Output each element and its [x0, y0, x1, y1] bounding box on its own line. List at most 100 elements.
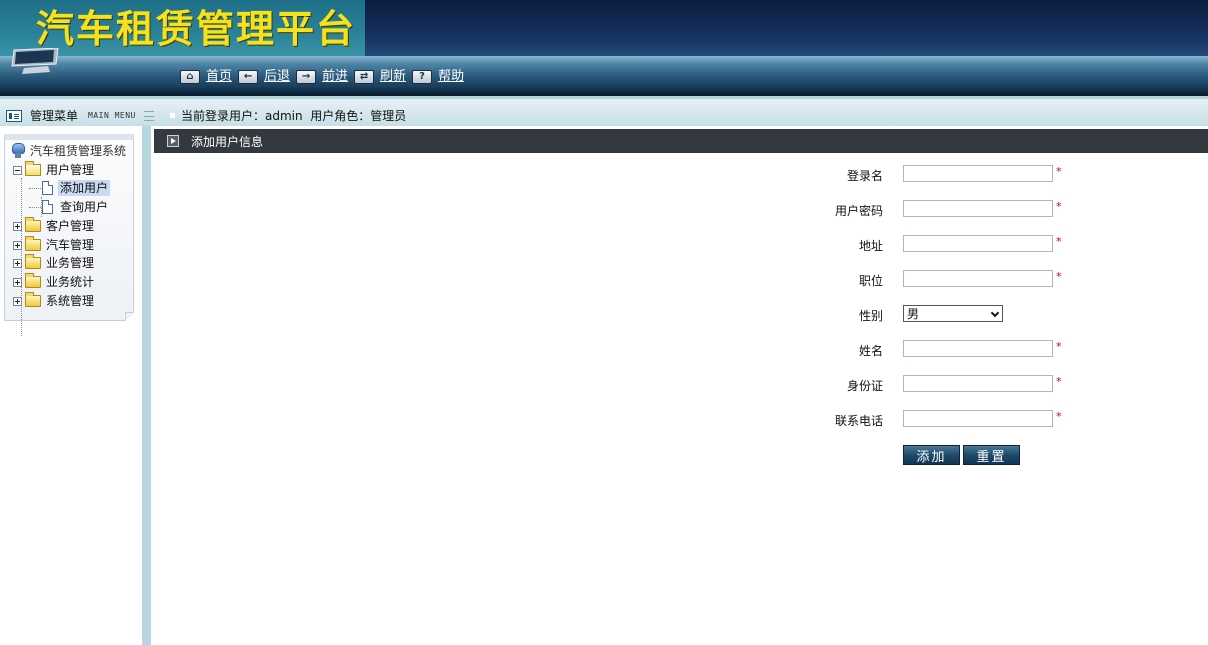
add-button[interactable]: 添加: [903, 445, 960, 465]
expand-icon[interactable]: [13, 277, 22, 287]
folder-icon: [25, 254, 41, 269]
gender-select[interactable]: 男: [903, 305, 1003, 322]
address-input[interactable]: [903, 235, 1053, 252]
menu-toggle-icon[interactable]: [143, 110, 154, 121]
chevron-down-icon: [990, 308, 1000, 318]
tree-connector: [29, 206, 41, 208]
toolbar-help[interactable]: ? 帮助: [412, 68, 464, 86]
name-input[interactable]: [903, 340, 1053, 357]
tree-item-label: 添加用户: [58, 180, 111, 196]
expand-icon[interactable]: [13, 296, 22, 306]
required-mark: *: [1056, 200, 1062, 213]
forward-arrow-icon: →: [296, 70, 317, 84]
phone-input[interactable]: [903, 410, 1053, 427]
required-mark: *: [1056, 410, 1062, 423]
menu-title-en: MAIN MENU: [88, 111, 136, 120]
menu-panel-icon: [6, 109, 22, 122]
collapse-icon[interactable]: [13, 165, 22, 175]
folder-open-icon: [25, 161, 41, 176]
refresh-icon: ⇄: [354, 70, 375, 84]
tree-group-customers[interactable]: 客户管理: [13, 217, 96, 235]
tree-item-query-user[interactable]: 查询用户: [29, 198, 110, 216]
home-icon: ⌂: [180, 70, 200, 84]
required-mark: *: [1056, 340, 1062, 353]
bullet-icon: [170, 113, 175, 118]
toolbar-home[interactable]: ⌂ 首页: [180, 68, 232, 86]
login-info-text: 当前登录用户：admin 用户角色：管理员: [181, 109, 407, 123]
page-icon: [42, 181, 53, 195]
required-mark: *: [1056, 165, 1062, 178]
toolbar-refresh[interactable]: ⇄ 刷新: [354, 68, 406, 86]
required-mark: *: [1056, 270, 1062, 283]
toolbar-home-label: 首页: [206, 69, 233, 84]
required-mark: *: [1056, 235, 1062, 248]
tree-group-label: 汽车管理: [46, 238, 95, 252]
header-toolbar: ⌂ 首页 ← 后退 → 前进 ⇄ 刷新 ? 帮助: [180, 67, 470, 87]
main-content: 添加用户信息 登录名 * 用户密码 * 地址 * 职位 * 性别 男 姓名 * …: [154, 126, 1208, 645]
folder-icon: [25, 236, 41, 251]
folder-icon: [25, 217, 41, 232]
gender-label: 性别: [858, 309, 883, 323]
gender-selected-value: 男: [907, 307, 920, 321]
tree-group-statistics[interactable]: 业务统计: [13, 273, 96, 291]
tree-group-label: 业务管理: [46, 256, 95, 270]
form-row-login-name: 登录名 *: [154, 165, 1208, 185]
menu-title: 管理菜单: [30, 109, 79, 123]
form-row-id-card: 身份证 *: [154, 375, 1208, 395]
tree-group-label: 用户管理: [46, 163, 95, 177]
sidebar: 汽车租赁管理系统 用户管理 添加用户 查询用户 客户管理 汽车管理 业务管理 业…: [0, 126, 142, 645]
tree-root-label: 汽车租赁管理系统: [30, 144, 127, 158]
expand-icon[interactable]: [13, 221, 22, 231]
panel-header: 添加用户信息: [154, 129, 1208, 153]
app-header: 汽车租赁管理平台 ⌂ 首页 ← 后退 → 前进 ⇄ 刷新 ? 帮助: [0, 0, 1208, 96]
computer-icon: [11, 143, 25, 159]
tree-group-cars[interactable]: 汽车管理: [13, 236, 96, 254]
login-name-label: 登录名: [846, 169, 883, 183]
folder-icon: [25, 292, 41, 307]
monitor-icon: [11, 48, 59, 74]
toolbar-refresh-label: 刷新: [380, 69, 407, 84]
tree-group-label: 客户管理: [46, 219, 95, 233]
page-icon: [42, 200, 53, 214]
position-label: 职位: [858, 274, 883, 288]
toolbar-back[interactable]: ← 后退: [238, 68, 290, 86]
name-label: 姓名: [858, 344, 883, 358]
app-title: 汽车租赁管理平台: [36, 7, 357, 51]
form-row-gender: 性别 男: [154, 305, 1208, 325]
menu-tree: 汽车租赁管理系统 用户管理 添加用户 查询用户 客户管理 汽车管理 业务管理 业…: [4, 134, 134, 336]
sidebar-splitter[interactable]: [142, 126, 151, 645]
form-row-name: 姓名 *: [154, 340, 1208, 360]
tree-group-system[interactable]: 系统管理: [13, 292, 96, 310]
toolbar-help-label: 帮助: [438, 69, 465, 84]
reset-button[interactable]: 重置: [963, 445, 1020, 465]
play-icon: [167, 135, 179, 147]
form-actions: 添加 重置: [154, 445, 1208, 465]
form-row-address: 地址 *: [154, 235, 1208, 255]
help-icon: ?: [412, 70, 433, 84]
id-card-input[interactable]: [903, 375, 1053, 392]
expand-icon[interactable]: [13, 240, 22, 250]
login-name-input[interactable]: [903, 165, 1053, 182]
main-menu-heading: 管理菜单 MAIN MENU: [6, 107, 154, 124]
expand-icon[interactable]: [13, 258, 22, 268]
id-card-label: 身份证: [846, 379, 883, 393]
toolbar-back-label: 后退: [264, 69, 291, 84]
panel-title: 添加用户信息: [191, 134, 264, 149]
folder-icon: [25, 273, 41, 288]
tree-group-label: 系统管理: [46, 294, 95, 308]
required-mark: *: [1056, 375, 1062, 388]
tree-item-add-user[interactable]: 添加用户: [29, 179, 111, 197]
address-label: 地址: [858, 239, 883, 253]
back-arrow-icon: ←: [238, 70, 259, 84]
tree-connector: [29, 187, 41, 189]
tree-group-users[interactable]: 用户管理: [13, 161, 96, 179]
toolbar-forward-label: 前进: [322, 69, 349, 84]
tree-root[interactable]: 汽车租赁管理系统: [11, 142, 128, 160]
position-input[interactable]: [903, 270, 1053, 287]
tree-group-business[interactable]: 业务管理: [13, 254, 96, 272]
form-row-password: 用户密码 *: [154, 200, 1208, 220]
password-input[interactable]: [903, 200, 1053, 217]
toolbar-forward[interactable]: → 前进: [296, 68, 348, 86]
tree-group-label: 业务统计: [46, 275, 95, 289]
tree-item-label: 查询用户: [60, 200, 109, 214]
